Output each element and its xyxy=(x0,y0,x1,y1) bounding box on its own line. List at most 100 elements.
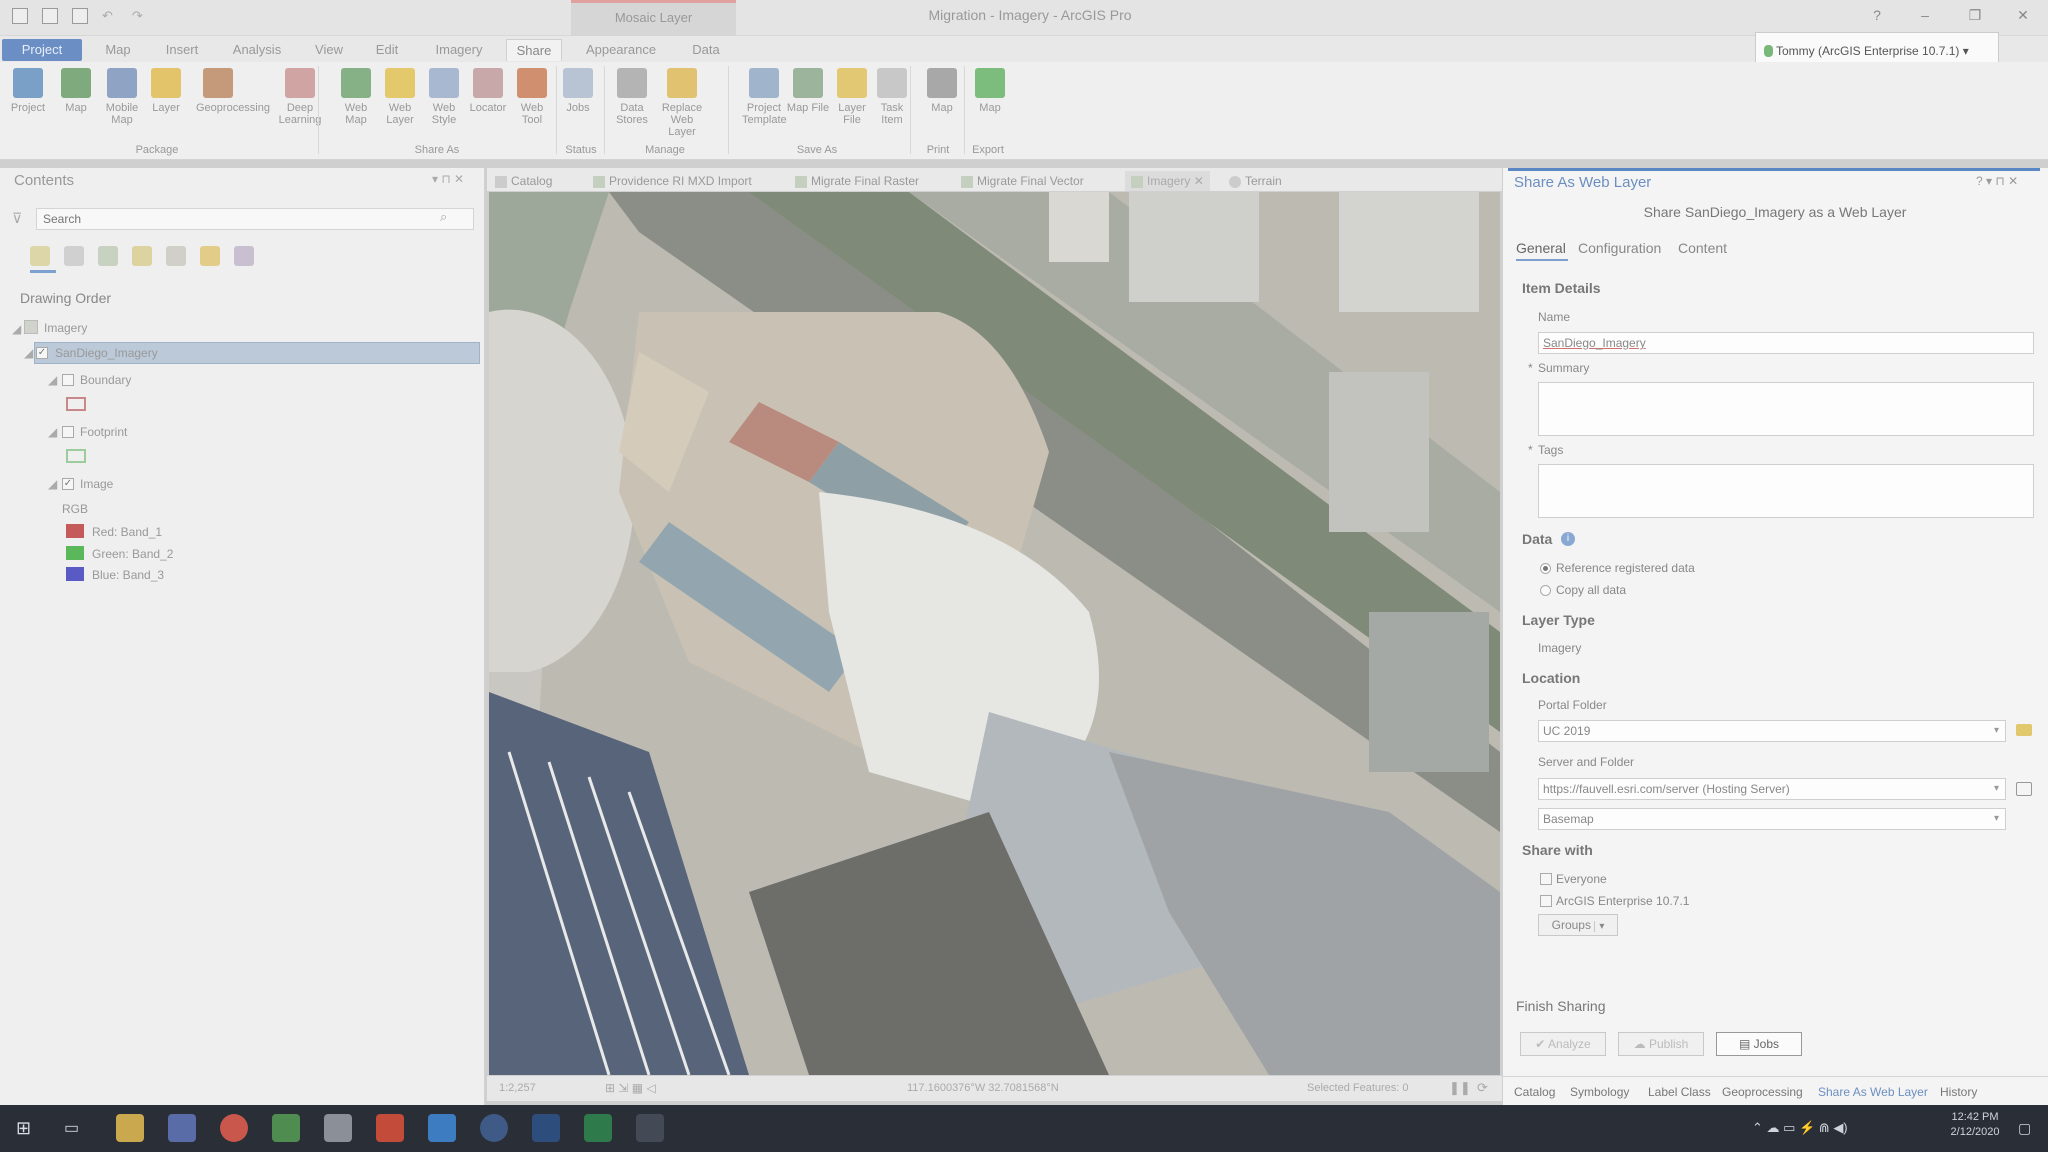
browse-folder-icon[interactable] xyxy=(2016,724,2032,736)
everyone-checkbox[interactable] xyxy=(1540,873,1552,885)
analyze-button[interactable]: ✔ Analyze xyxy=(1520,1032,1606,1056)
list-by-perspective-icon[interactable] xyxy=(234,246,254,266)
enterprise-label[interactable]: ArcGIS Enterprise 10.7.1 xyxy=(1556,894,1689,908)
ribbon-button-print-map[interactable]: Map xyxy=(920,68,964,114)
green-swatch[interactable] xyxy=(66,546,84,560)
ribbon-button-data-stores[interactable]: Data Stores xyxy=(610,68,654,126)
expand-icon[interactable]: ◢ xyxy=(12,322,21,336)
tab-view[interactable]: View xyxy=(308,39,350,61)
tab-content[interactable]: Content xyxy=(1678,240,1727,256)
red-swatch[interactable] xyxy=(66,524,84,538)
pane-options-icon[interactable]: ▾ ⊓ ✕ xyxy=(432,172,464,186)
scale-selector[interactable]: 1:2,257 xyxy=(499,1082,536,1094)
terminal-icon[interactable] xyxy=(636,1114,664,1142)
ribbon-button-web-tool[interactable]: Web Tool xyxy=(510,68,554,126)
ribbon-button-web-map[interactable]: Web Map xyxy=(334,68,378,126)
arcgis-pro-icon[interactable] xyxy=(480,1114,508,1142)
blue-swatch[interactable] xyxy=(66,567,84,581)
reference-data-radio[interactable] xyxy=(1540,563,1551,574)
server-select[interactable]: https://fauvell.esri.com/server (Hosting… xyxy=(1538,778,2006,800)
boundary-symbol[interactable] xyxy=(66,397,86,411)
minimize-button[interactable]: – xyxy=(1916,6,1934,24)
publish-button[interactable]: ☁ Publish xyxy=(1618,1032,1704,1056)
tab-general[interactable]: General xyxy=(1516,240,1566,256)
search-icon[interactable]: ⌕ xyxy=(440,209,447,225)
ribbon-button-geoprocessing[interactable]: Geoprocessing xyxy=(196,68,270,114)
tree-image[interactable]: Image xyxy=(80,477,113,491)
tab-terrain[interactable]: Terrain xyxy=(1229,171,1282,191)
jobs-button[interactable]: ▤ Jobs xyxy=(1716,1032,1802,1056)
list-by-selection-icon[interactable] xyxy=(98,246,118,266)
tags-input[interactable] xyxy=(1538,464,2034,518)
boundary-checkbox[interactable] xyxy=(62,374,74,386)
list-by-labeling-icon[interactable] xyxy=(200,246,220,266)
pane-window-controls-icon[interactable]: ? ▾ ⊓ ✕ xyxy=(1976,174,2018,188)
navigation-tools-icon[interactable]: ⊞ ⇲ ▦ ◁ xyxy=(605,1081,656,1095)
map-view[interactable] xyxy=(489,192,1500,1075)
chrome-icon[interactable] xyxy=(220,1114,248,1142)
tab-edit[interactable]: Edit xyxy=(366,39,408,61)
tab-migrate-raster[interactable]: Migrate Final Raster xyxy=(795,171,919,191)
tree-map-imagery[interactable]: Imagery xyxy=(44,321,87,335)
system-tray-icons[interactable]: ⌃ ☁ ▭ ⚡ ⋒ ◀) xyxy=(1752,1120,1848,1136)
portal-folder-select[interactable]: UC 2019 ▾ xyxy=(1538,720,2006,742)
ribbon-button-layer-file[interactable]: Layer File xyxy=(830,68,874,126)
reference-data-label[interactable]: Reference registered data xyxy=(1556,561,1695,575)
notifications-icon[interactable]: ▢ xyxy=(2018,1120,2031,1137)
list-by-drawing-order-icon[interactable] xyxy=(30,246,50,266)
ribbon-button-web-layer[interactable]: Web Layer xyxy=(378,68,422,126)
help-button[interactable]: ? xyxy=(1868,6,1886,24)
bottom-tab-symbology[interactable]: Symbology xyxy=(1570,1085,1629,1099)
open-project-icon[interactable] xyxy=(42,8,58,24)
ribbon-button-map-file[interactable]: Map File xyxy=(786,68,830,114)
summary-input[interactable] xyxy=(1538,382,2034,436)
bottom-tab-geoprocessing[interactable]: Geoprocessing xyxy=(1722,1085,1803,1099)
ribbon-button-jobs[interactable]: Jobs xyxy=(556,68,600,114)
tab-imagery[interactable]: Imagery xyxy=(426,39,492,61)
tab-insert[interactable]: Insert xyxy=(158,39,206,61)
expand-icon[interactable]: ◢ xyxy=(48,373,57,387)
info-icon[interactable]: i xyxy=(1561,532,1575,546)
tab-migrate-vector[interactable]: Migrate Final Vector xyxy=(961,171,1084,191)
list-by-editing-icon[interactable] xyxy=(132,246,152,266)
tree-footprint[interactable]: Footprint xyxy=(80,425,127,439)
copy-data-label[interactable]: Copy all data xyxy=(1556,583,1626,597)
ribbon-button-project[interactable]: Project xyxy=(6,68,50,114)
ribbon-button-map[interactable]: Map xyxy=(54,68,98,114)
groups-dropdown[interactable]: Groups ▾ xyxy=(1538,914,1618,936)
bottom-tab-share-web-layer[interactable]: Share As Web Layer xyxy=(1818,1085,1928,1099)
app-icon[interactable] xyxy=(168,1114,196,1142)
contents-search-input[interactable] xyxy=(36,208,474,230)
powerpoint-icon[interactable] xyxy=(376,1114,404,1142)
app-icon[interactable] xyxy=(324,1114,352,1142)
expand-icon[interactable]: ◢ xyxy=(48,425,57,439)
save-icon[interactable] xyxy=(72,8,88,24)
clock[interactable]: 12:42 PM 2/12/2020 xyxy=(1940,1110,2010,1140)
tab-catalog-view[interactable]: Catalog xyxy=(495,171,552,191)
layer-visibility-checkbox[interactable]: ✓ xyxy=(36,347,48,359)
context-tab-mosaic-layer[interactable]: Mosaic Layer xyxy=(571,0,736,36)
tab-project[interactable]: Project xyxy=(2,39,82,61)
notepad-icon[interactable] xyxy=(272,1114,300,1142)
tree-layer-sandiego[interactable]: SanDiego_Imagery xyxy=(55,346,158,360)
copy-data-radio[interactable] xyxy=(1540,585,1551,596)
tree-boundary[interactable]: Boundary xyxy=(80,373,131,387)
windows-start-icon[interactable]: ⊞ xyxy=(16,1118,31,1139)
tab-providence[interactable]: Providence RI MXD Import xyxy=(593,171,752,191)
server-connection-icon[interactable] xyxy=(2016,782,2032,796)
file-explorer-icon[interactable] xyxy=(116,1114,144,1142)
tab-appearance[interactable]: Appearance xyxy=(576,39,666,61)
tab-imagery-view[interactable]: Imagery ✕ xyxy=(1125,171,1210,191)
redo-icon[interactable]: ↷ xyxy=(132,8,148,24)
filter-icon[interactable]: ⊽ xyxy=(12,210,22,227)
server-folder-select[interactable]: Basemap ▾ xyxy=(1538,808,2006,830)
ribbon-button-locator[interactable]: Locator xyxy=(466,68,510,114)
expand-icon[interactable]: ◢ xyxy=(48,477,57,491)
tab-analysis[interactable]: Analysis xyxy=(226,39,288,61)
coordinate-readout[interactable]: 117.1600376°W 32.7081568°N xyxy=(907,1082,1059,1094)
footprint-checkbox[interactable] xyxy=(62,426,74,438)
name-input[interactable]: SanDiego_Imagery xyxy=(1538,332,2034,354)
ribbon-button-deep-learning[interactable]: Deep Learning xyxy=(278,68,322,126)
image-checkbox[interactable]: ✓ xyxy=(62,478,74,490)
everyone-label[interactable]: Everyone xyxy=(1556,872,1607,886)
